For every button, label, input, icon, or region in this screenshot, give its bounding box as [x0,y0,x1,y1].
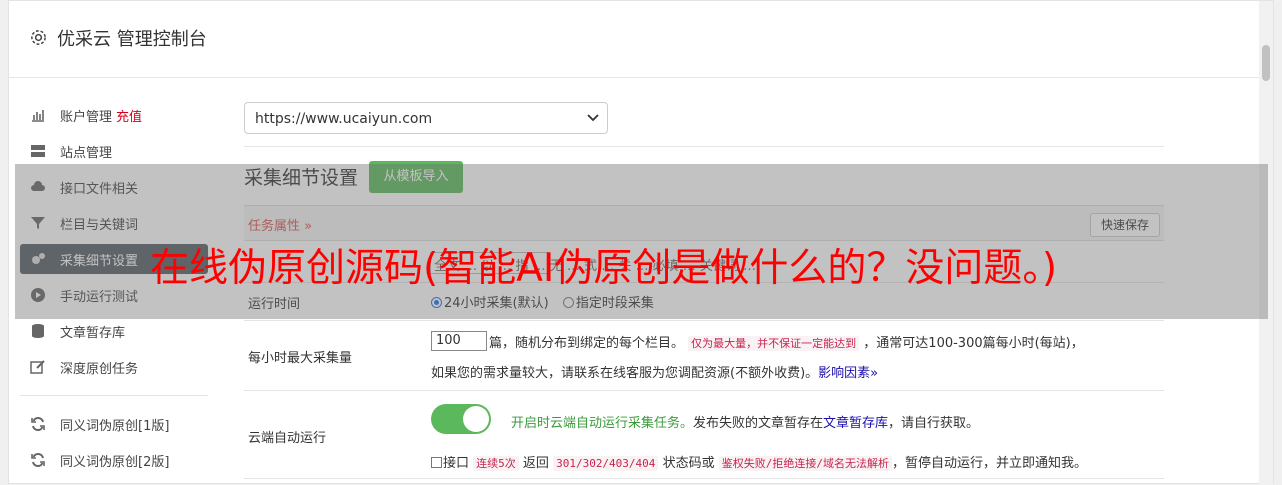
sidebar-item-synonym-v1[interactable]: 同义词伪原创[1版] [20,409,208,439]
pause-condition: 接口 连续5次 返回 301/302/403/404 状态码或 鉴权失败/拒绝连… [431,452,1087,471]
cloud-run-label: 云端自动运行 [248,431,327,446]
cloud-run-desc: 开启时云端自动运行采集任务。发布失败的文章暂存在文章暂存库，请自行获取。 [511,416,980,431]
row-divider [244,390,1164,391]
gear-icon [31,30,46,45]
refresh-icon [31,416,45,432]
overlay-title: 在线伪原创源码(智能AI伪原创是做什么的？没问题。) [150,246,1058,291]
sidebar-item-label: 站点管理 [60,146,113,161]
sidebar-item-label: 文章暂存库 [60,326,126,341]
sidebar-item-article-storage[interactable]: 文章暂存库 [20,316,208,346]
sidebar-item-label: 账户管理 [60,110,113,125]
page-header: 优采云 管理控制台 [9,1,1273,78]
sidebar-divider [20,395,208,396]
page-title: 优采云 管理控制台 [57,29,207,50]
max-per-hour-desc: 篇，随机分布到绑定的每个栏目。 仅为最大量，并不保证一定能达到 ，通常可达100… [489,336,1084,351]
edit-icon [30,360,45,374]
influence-factors-link[interactable]: 影响因素 [818,366,870,381]
recharge-link[interactable]: 充值 [116,110,142,125]
row-divider [244,320,1164,321]
max-per-hour-label: 每小时最大采集量 [248,351,353,366]
sidebar-item-deep-original[interactable]: 深度原创任务 [20,352,208,382]
toggle-knob [463,406,489,432]
site-select[interactable]: https://www.ucaiyun.com [244,102,608,134]
sidebar-item-sites[interactable]: 站点管理 [20,136,208,166]
pause-checkbox[interactable] [431,457,442,468]
cloud-run-toggle[interactable] [431,404,491,434]
scrollbar-thumb[interactable] [1262,45,1270,81]
max-per-hour-desc2: 如果您的需求量较大，请联系在线客服为您调配资源(不额外收费)。影响因素» [431,366,879,381]
sidebar-item-label: 同义词伪原创[2版] [60,455,170,470]
site-select-value: https://www.ucaiyun.com [255,111,433,127]
database-icon [32,324,44,338]
sidebar-item-synonym-v2[interactable]: 同义词伪原创[2版] [20,445,208,475]
overlay-banner [15,164,1268,319]
article-storage-link[interactable]: 文章暂存库 [823,416,888,431]
bar-chart-icon [32,110,44,122]
chevron-down-icon [587,114,599,122]
server-icon [31,145,45,157]
row-divider [244,478,1164,479]
sidebar-item-label: 同义词伪原创[1版] [60,419,170,434]
max-note-highlight: 仅为最大量，并不保证一定能达到 [688,336,860,351]
divider [244,146,1164,147]
max-per-hour-input[interactable]: 100 [431,331,487,351]
chevron-down-icon: » [870,366,879,381]
sidebar-item-account[interactable]: 账户管理 充值 [20,100,208,130]
refresh-icon [31,452,45,468]
sidebar-item-label: 深度原创任务 [60,362,139,377]
